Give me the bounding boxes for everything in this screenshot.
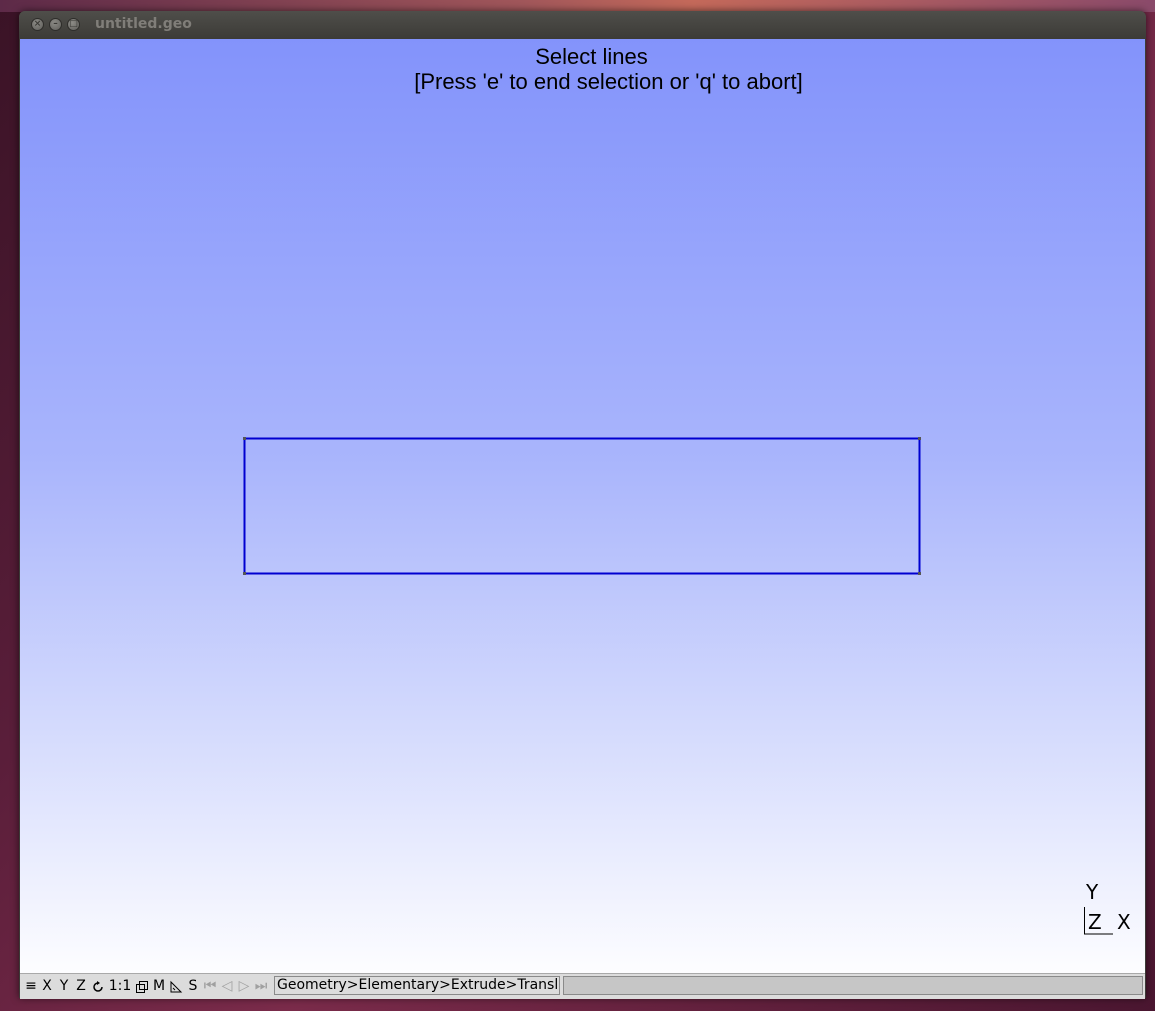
close-window-button[interactable]: × [31, 18, 44, 31]
axis-y-label: Y [1086, 880, 1099, 904]
window-title: untitled.geo [95, 16, 192, 32]
previous-step-icon[interactable]: ◁ [219, 978, 235, 995]
minimize-window-button[interactable]: – [49, 18, 62, 31]
rectangle-lines[interactable] [243, 437, 921, 575]
select-button[interactable]: S [185, 978, 201, 995]
progress-bar [563, 976, 1143, 995]
maximize-window-button[interactable]: □ [67, 18, 80, 31]
rotate-icon[interactable] [90, 978, 106, 995]
ruler-icon[interactable] [168, 978, 184, 995]
axis-x-label: X [1117, 910, 1131, 934]
view-y-button[interactable]: Y [56, 978, 72, 995]
projection-icon[interactable] [134, 978, 150, 995]
gmsh-window: × – □ untitled.geo Select lines [Press '… [19, 11, 1146, 999]
point[interactable] [918, 437, 921, 440]
point[interactable] [243, 572, 246, 575]
last-step-icon[interactable]: ⏭ [253, 978, 269, 995]
scale-one-button[interactable]: 1:1 [107, 978, 133, 995]
point[interactable] [243, 437, 246, 440]
axis-z-label: Z [1088, 910, 1102, 934]
view-x-button[interactable]: X [39, 978, 55, 995]
graphic-window[interactable]: Select lines [Press 'e' to end selection… [20, 39, 1145, 973]
mesh-toggle-button[interactable]: M [151, 978, 167, 995]
status-message[interactable]: Geometry>Elementary>Extrude>Translate>Li… [274, 976, 560, 995]
play-icon[interactable]: ▷ [236, 978, 252, 995]
first-step-icon[interactable]: ⏮ [202, 978, 218, 995]
geometry-canvas[interactable] [20, 39, 1145, 973]
title-bar[interactable]: × – □ untitled.geo [19, 11, 1146, 39]
status-bar: ≡ X Y Z 1:1 M S ⏮ ◁ ▷ ⏭ Geometry>Element… [20, 973, 1145, 999]
menu-icon[interactable]: ≡ [23, 978, 39, 995]
point[interactable] [918, 572, 921, 575]
view-z-button[interactable]: Z [73, 978, 89, 995]
